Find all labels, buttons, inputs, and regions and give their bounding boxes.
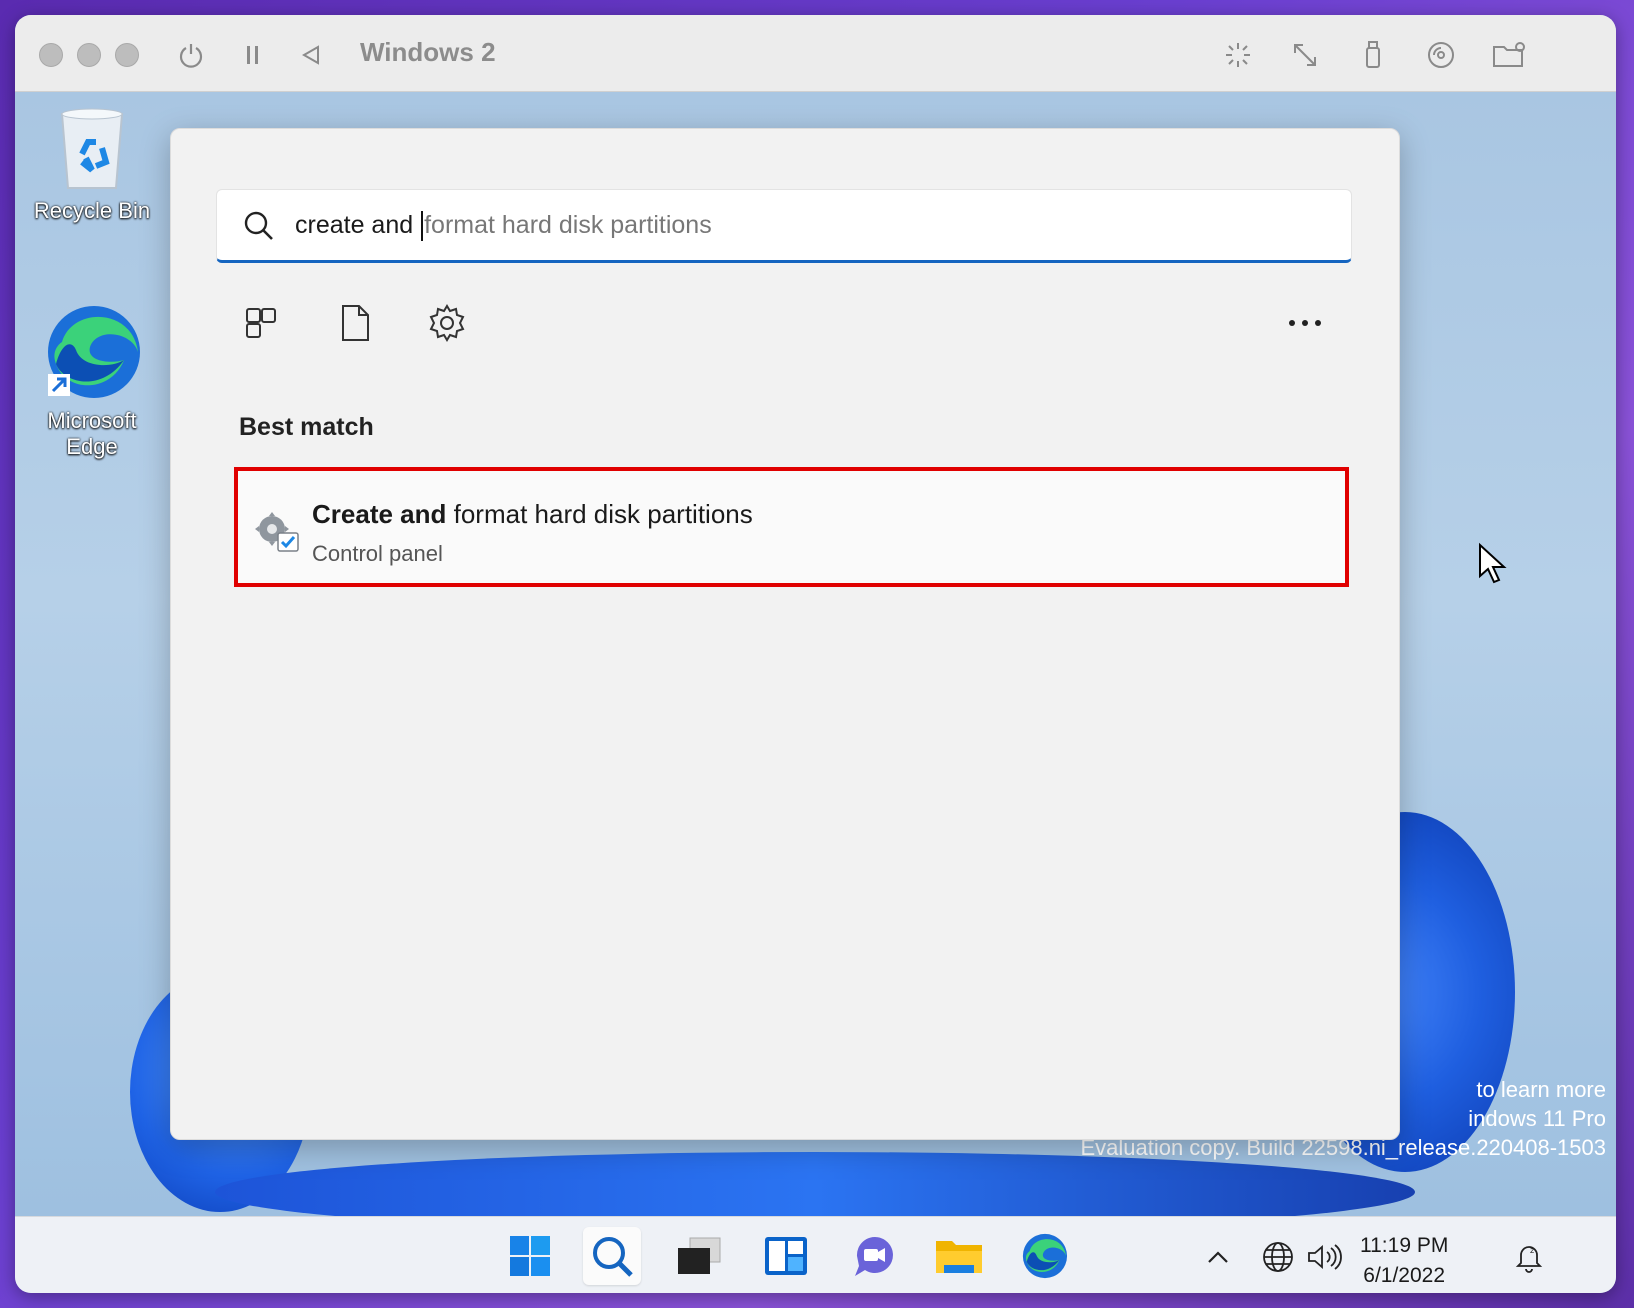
teams-chat-icon — [855, 1237, 893, 1276]
result-title: Create and format hard disk partitions — [312, 499, 753, 530]
chevron-up-icon — [1208, 1251, 1228, 1263]
taskbar: 11:19 PM 6/1/2022 z — [15, 1216, 1616, 1293]
clock-date: 6/1/2022 — [1363, 1264, 1446, 1287]
desktop-icon-label: Edge — [66, 434, 118, 459]
recycle-bin-icon — [60, 108, 124, 189]
svg-text:z: z — [1530, 1246, 1534, 1255]
close-button[interactable] — [39, 43, 63, 67]
resize-icon[interactable] — [1287, 37, 1323, 73]
desktop-icon-recycle-bin[interactable]: Recycle Bin — [27, 106, 157, 224]
clock-time: 11:19 PM — [1360, 1234, 1449, 1257]
watermark-line: to learn more — [1476, 1077, 1606, 1102]
result-title-match: Create and — [312, 499, 447, 529]
desktop: Recycle Bin Microsoft Edge to learn more… — [15, 92, 1616, 1216]
edge-icon — [48, 306, 140, 398]
start-search-panel: create and format hard disk partitions B… — [170, 128, 1400, 1140]
usb-icon[interactable] — [1355, 37, 1391, 73]
search-typed-text: create and — [295, 211, 421, 239]
mouse-cursor-icon — [1479, 542, 1507, 584]
apps-filter-button[interactable] — [237, 299, 285, 347]
notification-bell-icon: z — [1515, 1246, 1543, 1273]
search-icon — [593, 1237, 633, 1277]
minimize-button[interactable] — [77, 43, 101, 67]
section-heading: Best match — [239, 413, 374, 441]
vm-window: Windows 2 Recycle Bin Microsoft Edge to … — [15, 15, 1616, 1293]
widgets-button[interactable] — [757, 1227, 815, 1285]
result-subtitle: Control panel — [312, 541, 443, 566]
speaker-icon — [1308, 1244, 1342, 1270]
search-input[interactable]: create and format hard disk partitions — [295, 211, 712, 242]
disc-icon[interactable] — [1423, 37, 1459, 73]
volume-button[interactable] — [1306, 1239, 1342, 1275]
widgets-icon — [765, 1237, 807, 1275]
desktop-icon-label: Recycle Bin — [33, 198, 151, 223]
documents-filter-button[interactable] — [331, 299, 379, 347]
back-icon[interactable] — [293, 37, 329, 73]
search-autocomplete: format hard disk partitions — [424, 211, 712, 239]
text-caret — [421, 211, 424, 242]
edge-icon — [1022, 1233, 1068, 1279]
notifications-button[interactable]: z — [1511, 1239, 1547, 1275]
file-explorer-button[interactable] — [930, 1227, 988, 1285]
zoom-button[interactable] — [115, 43, 139, 67]
globe-icon — [1263, 1242, 1293, 1272]
vm-titlebar: Windows 2 — [15, 15, 1616, 92]
apps-icon — [246, 308, 276, 338]
edge-taskbar-button[interactable] — [1015, 1227, 1073, 1285]
desktop-icon-edge[interactable]: Microsoft Edge — [27, 302, 157, 460]
brightness-icon[interactable] — [1220, 37, 1256, 73]
document-icon — [342, 305, 369, 341]
search-icon — [244, 211, 273, 240]
power-icon[interactable] — [173, 37, 209, 73]
ellipsis-icon — [1289, 320, 1321, 326]
more-options-button[interactable] — [1281, 299, 1329, 347]
settings-filter-button[interactable] — [423, 299, 471, 347]
vm-title: Windows 2 — [360, 37, 496, 67]
pause-icon[interactable] — [235, 37, 271, 73]
gear-icon — [429, 304, 465, 342]
search-box[interactable]: create and format hard disk partitions — [216, 189, 1352, 263]
start-button[interactable] — [501, 1227, 559, 1285]
desktop-icon-label: Microsoft — [47, 408, 137, 433]
show-hidden-icons-button[interactable] — [1200, 1239, 1236, 1275]
wallpaper-bloom — [215, 1152, 1415, 1216]
disk-management-icon — [255, 512, 299, 552]
teams-chat-button[interactable] — [845, 1227, 903, 1285]
taskbar-clock[interactable]: 11:19 PM 6/1/2022 — [1360, 1231, 1448, 1291]
file-explorer-icon — [936, 1241, 982, 1273]
shared-folder-icon[interactable] — [1491, 37, 1527, 73]
network-button[interactable] — [1260, 1239, 1296, 1275]
search-taskbar-button[interactable] — [583, 1227, 641, 1285]
windows-logo-icon — [510, 1236, 550, 1276]
result-title-rest: format hard disk partitions — [446, 499, 753, 529]
watermark-line: indows 11 Pro — [1468, 1106, 1606, 1131]
best-match-result[interactable]: Create and format hard disk partitions C… — [234, 467, 1349, 587]
task-view-button[interactable] — [670, 1227, 728, 1285]
task-view-icon — [678, 1237, 721, 1274]
